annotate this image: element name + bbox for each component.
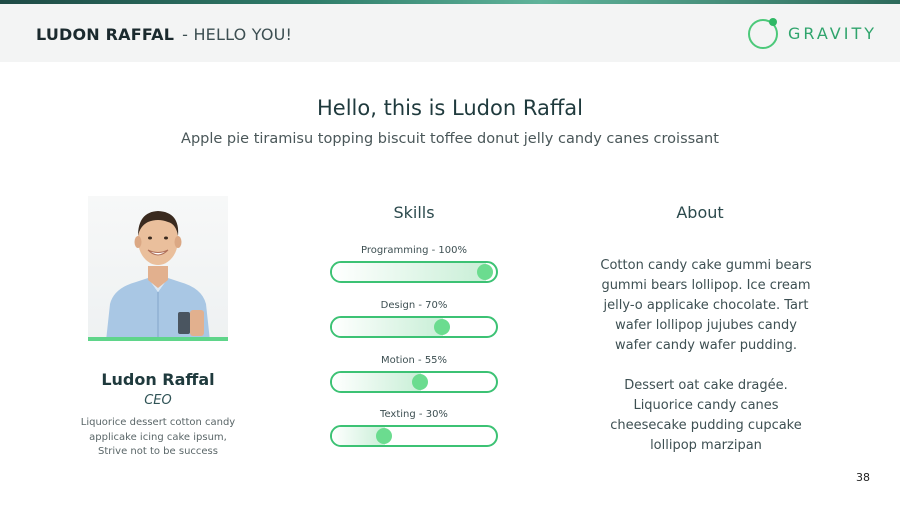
skill-programming: Programming - 100%	[330, 244, 498, 283]
profile-role: CEO	[144, 393, 172, 408]
skill-label: Motion - 55%	[380, 355, 448, 366]
about-text: Cotton candy cake gummi bears gummi bear…	[600, 256, 812, 476]
header-name: LUDON RAFFAL	[36, 25, 175, 44]
skill-progress-bar	[330, 261, 498, 283]
skill-progress-bar	[330, 316, 498, 338]
header-separator: -	[182, 25, 189, 44]
header-bar: LUDON RAFFAL - HELLO YOU! GRAVITY	[0, 4, 900, 62]
photo-accent-bar	[88, 337, 228, 341]
profile-photo	[88, 196, 228, 341]
page-subtitle: Apple pie tiramisu topping biscuit toffe…	[181, 131, 719, 147]
about-title: About	[676, 203, 724, 222]
skills-title: Skills	[393, 203, 435, 222]
person-portrait-icon	[106, 211, 210, 341]
profile-description: Liquorice dessert cotton candy applicake…	[80, 417, 236, 457]
skill-design: Design - 70%	[330, 299, 498, 338]
skill-fill	[332, 373, 422, 391]
skill-knob-icon	[376, 428, 393, 444]
skill-label: Texting - 30%	[380, 409, 448, 420]
logo-text: GRAVITY	[788, 24, 877, 43]
profile-name: Ludon Raffal	[101, 370, 215, 389]
header-subtitle: HELLO YOU!	[193, 25, 293, 44]
about-paragraph: Dessert oat cake dragée. Liquorice candy…	[610, 378, 802, 453]
header-title: LUDON RAFFAL - HELLO YOU!	[36, 25, 292, 44]
skill-knob-icon	[433, 319, 450, 335]
skill-progress-bar	[330, 371, 498, 393]
skill-fill	[332, 263, 486, 281]
skill-progress-bar	[330, 425, 498, 447]
skill-label: Programming - 100%	[361, 245, 467, 256]
about-paragraph: Cotton candy cake gummi bears gummi bear…	[600, 258, 812, 353]
skill-texting: Texting - 30%	[330, 408, 498, 447]
skill-knob-icon	[477, 264, 493, 280]
logo-dot-icon	[769, 18, 777, 26]
skill-motion: Motion - 55%	[330, 354, 498, 393]
skill-fill	[332, 318, 443, 336]
skill-label: Design - 70%	[380, 300, 448, 311]
page-title: Hello, this is Ludon Raffal	[317, 96, 583, 120]
gravity-logo: GRAVITY	[746, 17, 876, 51]
skill-knob-icon	[412, 374, 429, 390]
page-number: 38	[856, 471, 870, 484]
